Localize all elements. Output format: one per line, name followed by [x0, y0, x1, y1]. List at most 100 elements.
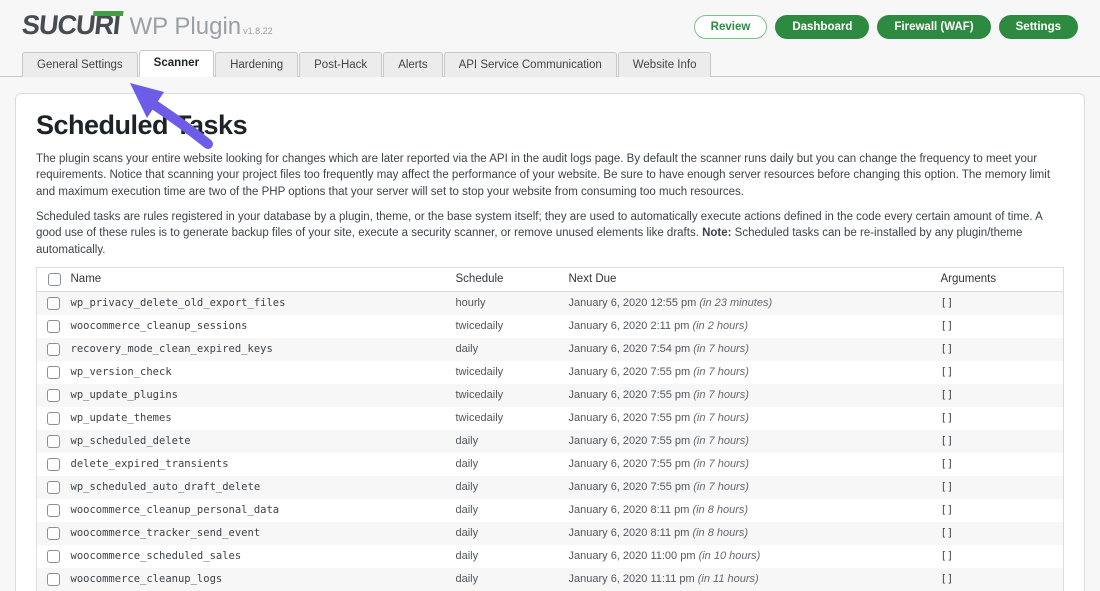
task-next-due: January 6, 2020 2:11 pm (in 2 hours) — [565, 315, 937, 338]
column-header-next-due: Next Due — [565, 267, 937, 291]
tab-post-hack[interactable]: Post-Hack — [299, 52, 382, 77]
row-checkbox[interactable] — [47, 412, 60, 425]
dashboard-button[interactable]: Dashboard — [775, 15, 869, 39]
task-schedule: twicedaily — [452, 361, 565, 384]
tab-scanner[interactable]: Scanner — [139, 50, 214, 77]
row-checkbox[interactable] — [47, 320, 60, 333]
task-name: delete_expired_transients — [67, 453, 452, 476]
task-name: wp_update_themes — [67, 407, 452, 430]
task-arguments: [] — [937, 499, 1064, 522]
task-arguments: [] — [937, 522, 1064, 545]
product-name: WP Pluginv1.8.22 — [130, 13, 273, 41]
task-row: woocommerce_tracker_send_eventdailyJanua… — [37, 522, 1064, 545]
task-next-due: January 6, 2020 11:11 pm (in 11 hours) — [565, 568, 937, 591]
task-arguments: [] — [937, 430, 1064, 453]
task-due-relative: (in 23 minutes) — [699, 297, 772, 309]
task-next-due: January 6, 2020 7:55 pm (in 7 hours) — [565, 476, 937, 499]
scanner-description: The plugin scans your entire website loo… — [36, 151, 1064, 200]
task-next-due: January 6, 2020 12:55 pm (in 23 minutes) — [565, 291, 937, 315]
task-name: recovery_mode_clean_expired_keys — [67, 338, 452, 361]
task-due-relative: (in 7 hours) — [693, 389, 749, 401]
task-schedule: twicedaily — [452, 315, 565, 338]
task-name: wp_scheduled_auto_draft_delete — [67, 476, 452, 499]
row-checkbox[interactable] — [47, 458, 60, 471]
row-checkbox[interactable] — [47, 389, 60, 402]
header-buttons: Review Dashboard Firewall (WAF) Settings — [694, 15, 1078, 39]
task-arguments: [] — [937, 384, 1064, 407]
row-checkbox[interactable] — [47, 573, 60, 586]
task-name: woocommerce_cleanup_sessions — [67, 315, 452, 338]
firewall-waf-button[interactable]: Firewall (WAF) — [877, 15, 990, 39]
task-schedule: daily — [452, 453, 565, 476]
task-arguments: [] — [937, 568, 1064, 591]
task-row: woocommerce_cleanup_sessionstwicedailyJa… — [37, 315, 1064, 338]
task-next-due: January 6, 2020 7:55 pm (in 7 hours) — [565, 430, 937, 453]
task-arguments: [] — [937, 545, 1064, 568]
task-due-relative: (in 8 hours) — [692, 527, 748, 539]
task-schedule: hourly — [452, 291, 565, 315]
task-next-due: January 6, 2020 8:11 pm (in 8 hours) — [565, 522, 937, 545]
task-arguments: [] — [937, 453, 1064, 476]
task-schedule: daily — [452, 476, 565, 499]
task-name: woocommerce_scheduled_sales — [67, 545, 452, 568]
task-arguments: [] — [937, 361, 1064, 384]
row-checkbox[interactable] — [47, 366, 60, 379]
task-arguments: [] — [937, 291, 1064, 315]
task-next-due: January 6, 2020 8:11 pm (in 8 hours) — [565, 499, 937, 522]
note-label: Note: — [702, 227, 731, 239]
review-button[interactable]: Review — [694, 15, 768, 39]
row-checkbox[interactable] — [47, 481, 60, 494]
task-name: woocommerce_tracker_send_event — [67, 522, 452, 545]
column-header-arguments: Arguments — [937, 267, 1064, 291]
task-next-due: January 6, 2020 7:55 pm (in 7 hours) — [565, 453, 937, 476]
top-header: SUCURI WP Pluginv1.8.22 Review Dashboard… — [0, 0, 1100, 49]
task-row: wp_update_pluginstwicedailyJanuary 6, 20… — [37, 384, 1064, 407]
scanner-panel: Scheduled Tasks The plugin scans your en… — [15, 93, 1085, 591]
task-row: wp_version_checktwicedailyJanuary 6, 202… — [37, 361, 1064, 384]
row-checkbox[interactable] — [47, 297, 60, 310]
task-row: wp_scheduled_auto_draft_deletedailyJanua… — [37, 476, 1064, 499]
task-due-relative: (in 2 hours) — [692, 320, 748, 332]
row-checkbox[interactable] — [47, 527, 60, 540]
task-arguments: [] — [937, 315, 1064, 338]
task-schedule: daily — [452, 545, 565, 568]
task-row: woocommerce_scheduled_salesdailyJanuary … — [37, 545, 1064, 568]
task-name: wp_update_plugins — [67, 384, 452, 407]
row-checkbox[interactable] — [47, 343, 60, 356]
task-row: delete_expired_transientsdailyJanuary 6,… — [37, 453, 1064, 476]
row-checkbox[interactable] — [47, 550, 60, 563]
task-row: wp_update_themestwicedailyJanuary 6, 202… — [37, 407, 1064, 430]
task-due-relative: (in 7 hours) — [693, 412, 749, 424]
task-arguments: [] — [937, 407, 1064, 430]
tab-hardening[interactable]: Hardening — [215, 52, 298, 77]
version-label: v1.8.22 — [243, 26, 273, 36]
task-due-relative: (in 8 hours) — [692, 504, 748, 516]
row-checkbox[interactable] — [47, 504, 60, 517]
settings-button[interactable]: Settings — [999, 15, 1078, 39]
task-name: wp_scheduled_delete — [67, 430, 452, 453]
task-row: woocommerce_cleanup_logsdailyJanuary 6, … — [37, 568, 1064, 591]
tab-api-service-communication[interactable]: API Service Communication — [444, 52, 617, 77]
column-header-schedule: Schedule — [452, 267, 565, 291]
brand: SUCURI WP Pluginv1.8.22 — [22, 12, 273, 41]
row-checkbox[interactable] — [47, 435, 60, 448]
select-all-checkbox[interactable] — [48, 273, 61, 286]
task-due-relative: (in 7 hours) — [693, 481, 749, 493]
task-arguments: [] — [937, 476, 1064, 499]
task-schedule: daily — [452, 568, 565, 591]
task-due-relative: (in 7 hours) — [693, 458, 749, 470]
task-schedule: twicedaily — [452, 407, 565, 430]
page-title: Scheduled Tasks — [36, 110, 1064, 141]
task-name: woocommerce_cleanup_logs — [67, 568, 452, 591]
table-header-row: Name Schedule Next Due Arguments — [37, 267, 1064, 291]
task-due-relative: (in 7 hours) — [693, 366, 749, 378]
task-due-relative: (in 7 hours) — [693, 435, 749, 447]
task-row: wp_privacy_delete_old_export_fileshourly… — [37, 291, 1064, 315]
tab-website-info[interactable]: Website Info — [618, 52, 712, 77]
task-schedule: daily — [452, 499, 565, 522]
tab-general-settings[interactable]: General Settings — [22, 52, 138, 77]
scheduled-tasks-description: Scheduled tasks are rules registered in … — [36, 209, 1064, 258]
task-next-due: January 6, 2020 7:55 pm (in 7 hours) — [565, 384, 937, 407]
tab-alerts[interactable]: Alerts — [383, 52, 442, 77]
task-next-due: January 6, 2020 7:54 pm (in 7 hours) — [565, 338, 937, 361]
